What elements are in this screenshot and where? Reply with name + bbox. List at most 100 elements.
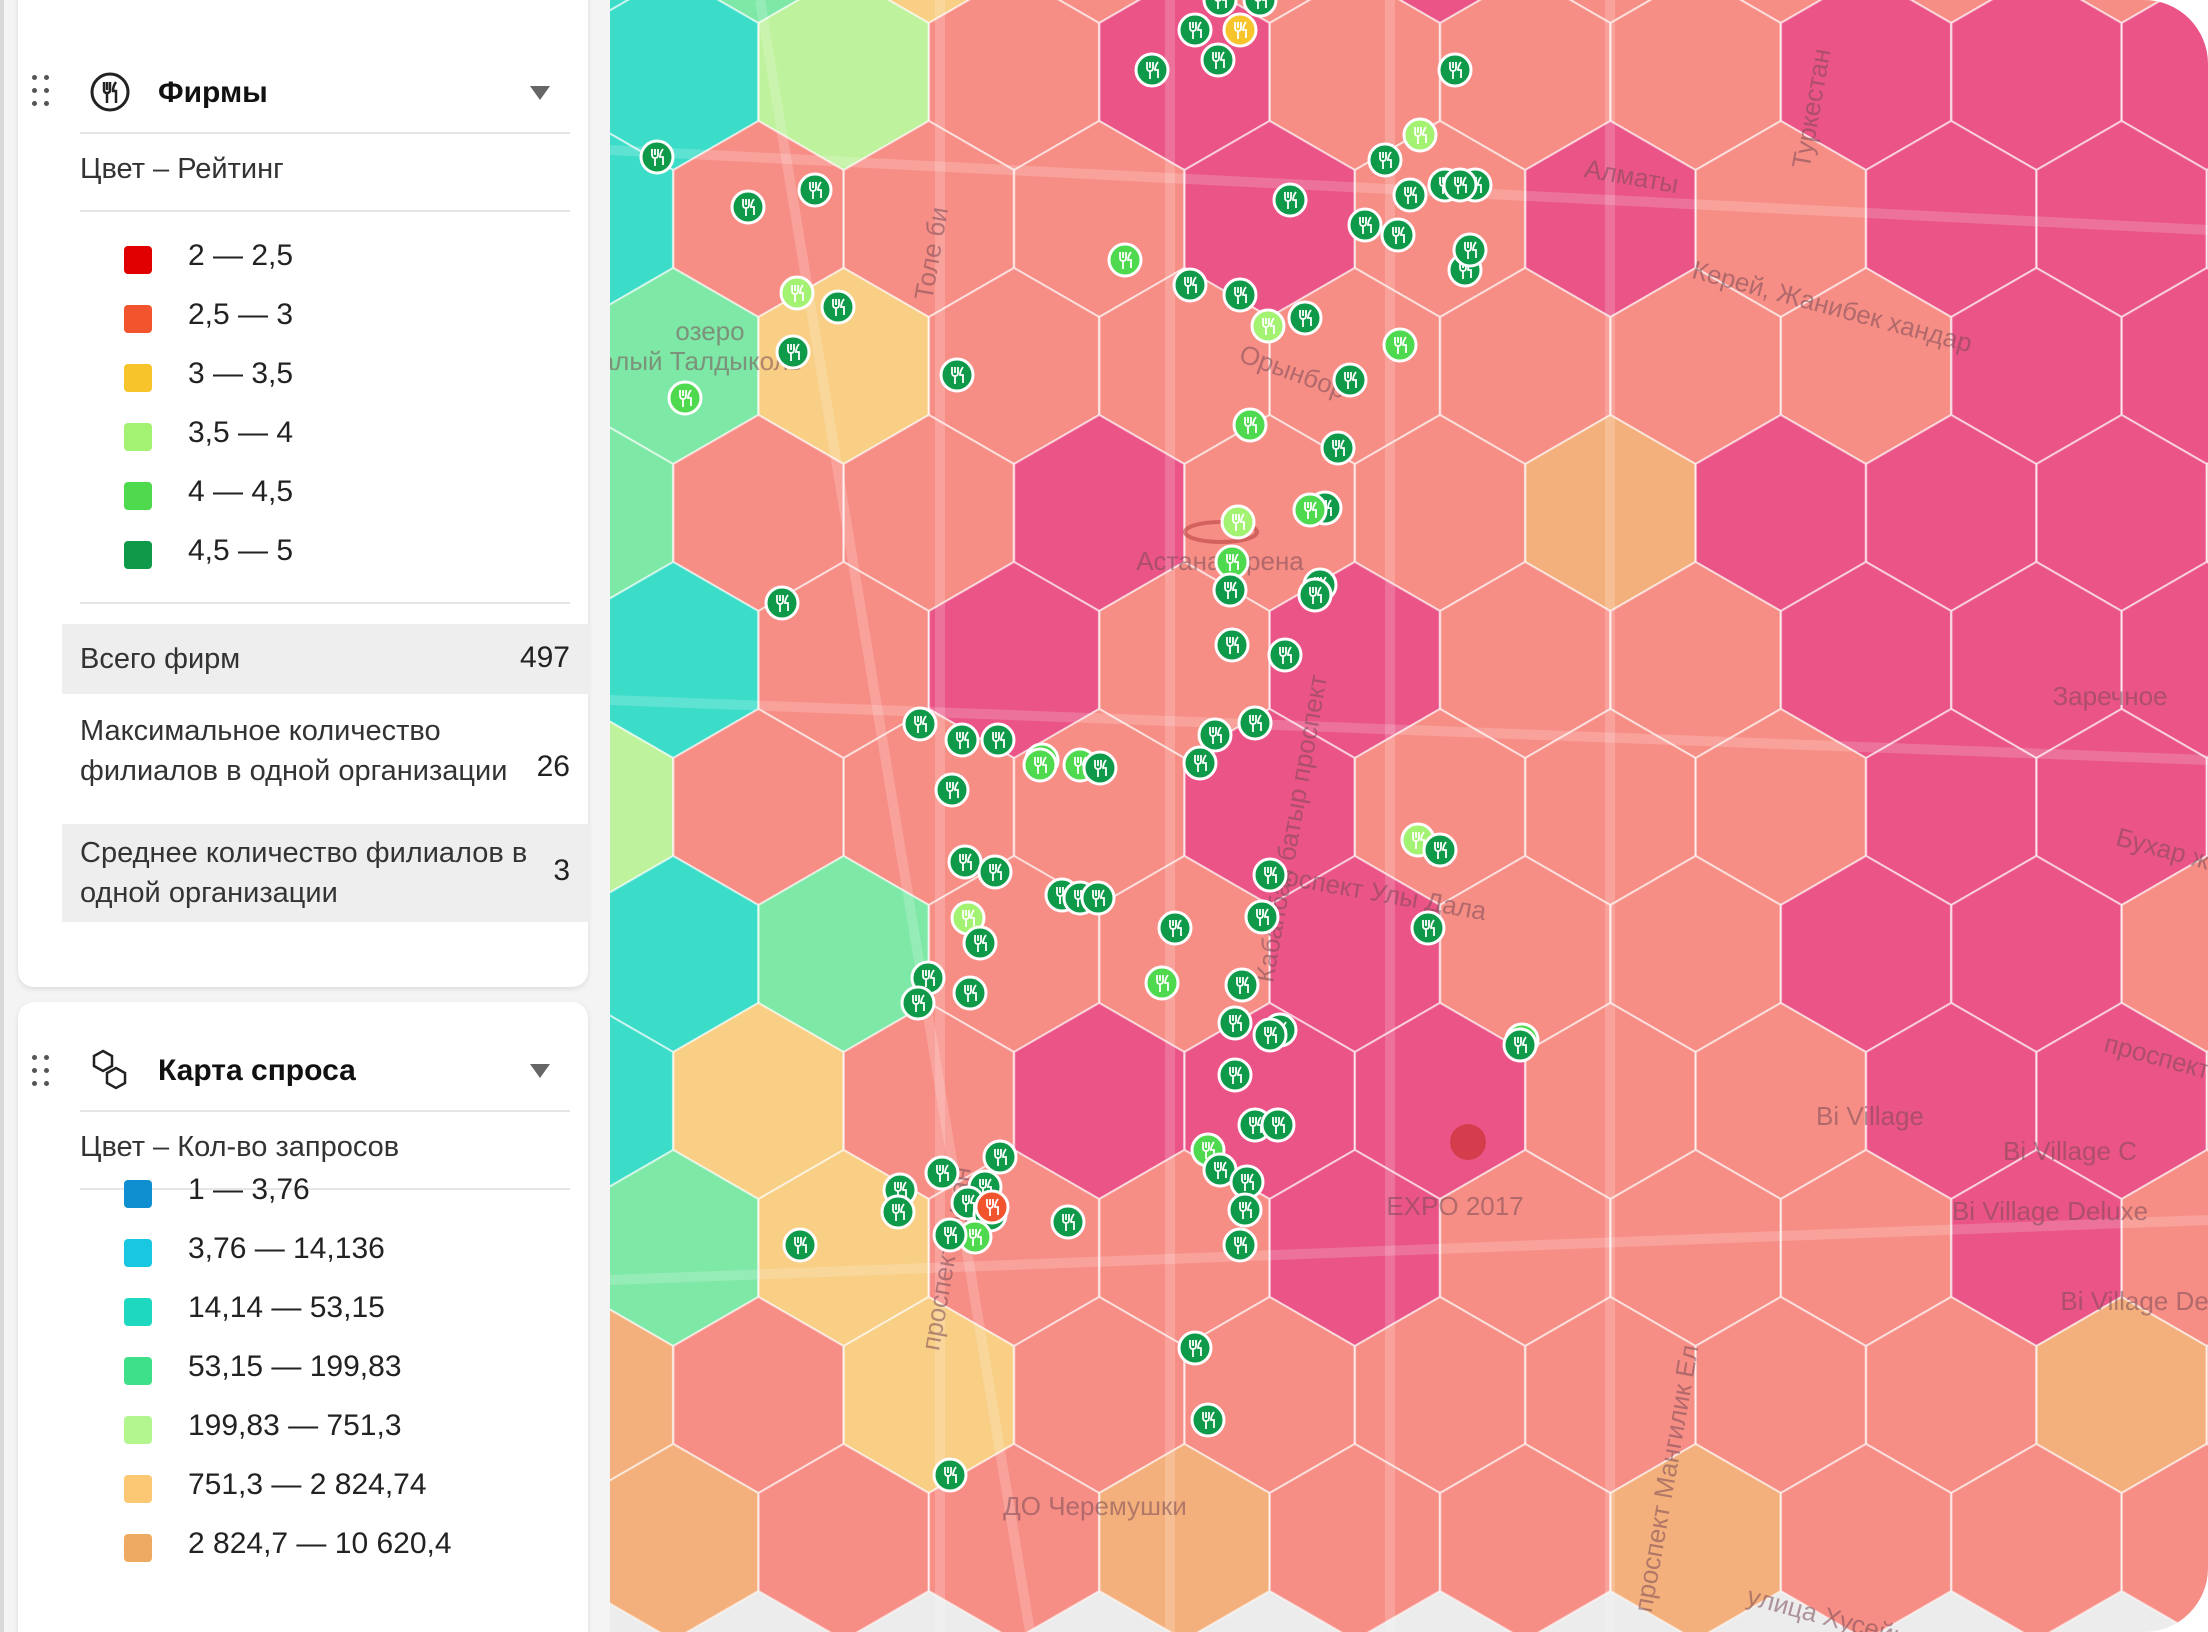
legend-label: 3,5 — 4 bbox=[188, 416, 294, 449]
firm-marker[interactable] bbox=[1022, 747, 1058, 783]
firm-marker[interactable] bbox=[1260, 1107, 1296, 1143]
legend-label: 3 — 3,5 bbox=[188, 357, 294, 390]
firm-marker[interactable] bbox=[900, 985, 936, 1021]
firm-marker[interactable] bbox=[1222, 277, 1258, 313]
place-label: Bi Village Deluxe bbox=[1952, 1196, 2148, 1226]
firm-marker[interactable] bbox=[924, 1155, 960, 1191]
drag-handle-icon[interactable] bbox=[32, 75, 58, 107]
firm-marker[interactable] bbox=[797, 172, 833, 208]
firm-marker[interactable] bbox=[1212, 572, 1248, 608]
firm-marker[interactable] bbox=[1107, 242, 1143, 278]
place-label: Bi Village bbox=[1816, 1101, 1924, 1131]
firm-marker[interactable] bbox=[1232, 407, 1268, 443]
firm-marker[interactable] bbox=[1190, 1402, 1226, 1438]
map-view[interactable]: Толе биозероМалый Талдыкольпроспект Тура… bbox=[610, 0, 2208, 1632]
stat-total-firms: Всего фирм 497 bbox=[62, 624, 590, 694]
firm-marker[interactable] bbox=[1292, 492, 1328, 528]
firm-marker[interactable] bbox=[1452, 232, 1488, 268]
firm-marker[interactable] bbox=[1177, 1330, 1213, 1366]
firm-marker[interactable] bbox=[1250, 308, 1286, 344]
firm-marker[interactable] bbox=[939, 357, 975, 393]
legend-swatch bbox=[124, 1534, 152, 1562]
divider bbox=[80, 1188, 570, 1190]
place-label: Bi Village Deluxe-2 bbox=[2060, 1286, 2208, 1316]
firm-marker[interactable] bbox=[1252, 1017, 1288, 1053]
firm-marker[interactable] bbox=[1157, 910, 1193, 946]
legend-swatch bbox=[124, 1298, 152, 1326]
firm-marker[interactable] bbox=[1224, 967, 1260, 1003]
firm-marker[interactable] bbox=[820, 289, 856, 325]
firm-marker[interactable] bbox=[1367, 142, 1403, 178]
firm-marker[interactable] bbox=[1177, 12, 1213, 48]
firm-marker[interactable] bbox=[1200, 42, 1236, 78]
firm-marker[interactable] bbox=[639, 139, 675, 175]
firm-marker[interactable] bbox=[1222, 1227, 1258, 1263]
firm-marker[interactable] bbox=[1332, 362, 1368, 398]
collapse-caret-icon[interactable] bbox=[530, 86, 550, 100]
firm-marker[interactable] bbox=[1220, 504, 1256, 540]
firm-marker[interactable] bbox=[934, 772, 970, 808]
divider bbox=[80, 132, 570, 134]
firm-marker[interactable] bbox=[1237, 705, 1273, 741]
firm-marker[interactable] bbox=[730, 189, 766, 225]
divider bbox=[80, 1110, 570, 1112]
legend-label: 751,3 — 2 824,74 bbox=[188, 1468, 427, 1501]
firm-marker[interactable] bbox=[1297, 577, 1333, 613]
firm-marker[interactable] bbox=[1382, 327, 1418, 363]
firm-marker[interactable] bbox=[1437, 52, 1473, 88]
firm-marker[interactable] bbox=[1134, 52, 1170, 88]
firm-marker[interactable] bbox=[1272, 182, 1308, 218]
place-label: Малый Талдыколь bbox=[610, 346, 802, 376]
firm-marker[interactable] bbox=[1222, 12, 1258, 48]
firm-marker[interactable] bbox=[977, 854, 1013, 890]
stat-max-branches: Максимальное количество филиалов в одной… bbox=[62, 694, 590, 824]
firm-marker[interactable] bbox=[1442, 167, 1478, 203]
firm-marker[interactable] bbox=[1080, 880, 1116, 916]
legend-label: 199,83 — 751,3 bbox=[188, 1409, 402, 1442]
firm-marker[interactable] bbox=[1172, 267, 1208, 303]
firm-marker[interactable] bbox=[902, 706, 938, 742]
legend-label: 2,5 — 3 bbox=[188, 298, 294, 331]
firm-marker[interactable] bbox=[952, 975, 988, 1011]
drag-handle-icon[interactable] bbox=[32, 1055, 58, 1087]
firm-marker[interactable] bbox=[667, 380, 703, 416]
firm-marker[interactable] bbox=[1392, 177, 1428, 213]
firm-marker[interactable] bbox=[982, 1139, 1018, 1175]
firm-marker[interactable] bbox=[1287, 300, 1323, 336]
firm-marker[interactable] bbox=[1244, 899, 1280, 935]
firm-marker[interactable] bbox=[1267, 637, 1303, 673]
firm-marker[interactable] bbox=[980, 722, 1016, 758]
legend-label: 4 — 4,5 bbox=[188, 475, 294, 508]
firm-marker[interactable] bbox=[1422, 832, 1458, 868]
firm-marker[interactable] bbox=[1182, 745, 1218, 781]
firm-marker[interactable] bbox=[1217, 1057, 1253, 1093]
firm-marker[interactable] bbox=[1214, 627, 1250, 663]
firm-marker[interactable] bbox=[764, 585, 800, 621]
hex-map[interactable]: Толе биозероМалый Талдыкольпроспект Тура… bbox=[610, 0, 2208, 1632]
firm-marker[interactable] bbox=[1217, 1005, 1253, 1041]
firm-marker[interactable] bbox=[974, 1189, 1010, 1225]
firm-marker[interactable] bbox=[962, 925, 998, 961]
firm-marker[interactable] bbox=[1347, 207, 1383, 243]
firm-marker[interactable] bbox=[1410, 910, 1446, 946]
firm-marker[interactable] bbox=[1144, 965, 1180, 1001]
firm-marker[interactable] bbox=[1320, 430, 1356, 466]
firm-marker[interactable] bbox=[932, 1217, 968, 1253]
firm-marker[interactable] bbox=[947, 844, 983, 880]
firm-marker[interactable] bbox=[1380, 217, 1416, 253]
firm-marker[interactable] bbox=[1252, 857, 1288, 893]
firm-marker[interactable] bbox=[1082, 750, 1118, 786]
collapse-caret-icon[interactable] bbox=[530, 1064, 550, 1078]
firm-marker[interactable] bbox=[944, 722, 980, 758]
firm-marker[interactable] bbox=[1402, 117, 1438, 153]
firm-marker[interactable] bbox=[782, 1227, 818, 1263]
firm-marker[interactable] bbox=[1050, 1204, 1086, 1240]
firm-marker[interactable] bbox=[775, 334, 811, 370]
legend-swatch bbox=[124, 423, 152, 451]
firm-marker[interactable] bbox=[880, 1194, 916, 1230]
firm-marker[interactable] bbox=[1227, 1192, 1263, 1228]
place-label: Bi Village С bbox=[2003, 1136, 2137, 1166]
firm-marker[interactable] bbox=[932, 1457, 968, 1493]
firm-marker[interactable] bbox=[1502, 1027, 1538, 1063]
firm-marker[interactable] bbox=[779, 275, 815, 311]
